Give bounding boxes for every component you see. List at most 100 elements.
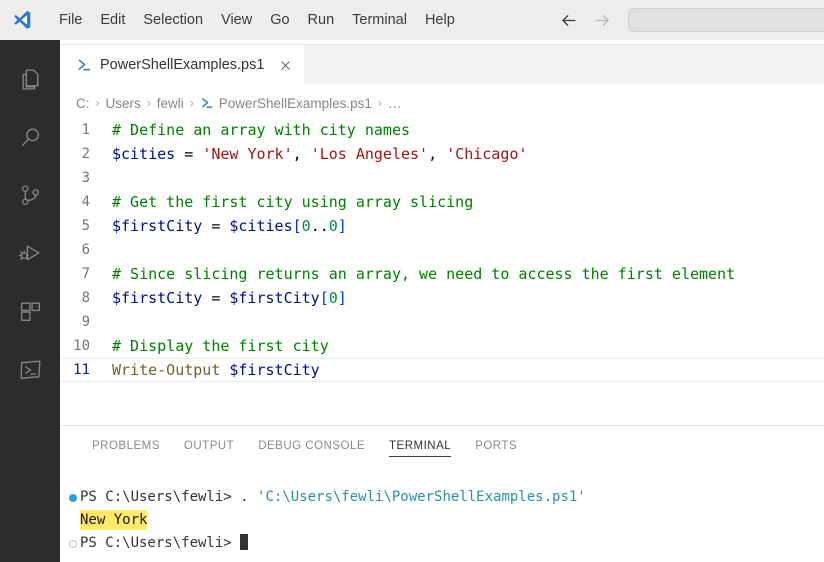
code-line[interactable]: 2 $cities = 'New York', 'Los Angeles', 'C…	[60, 142, 824, 166]
breadcrumb-separator-icon: ›	[189, 96, 194, 110]
files-icon	[18, 67, 43, 92]
code-line[interactable]: 9	[60, 310, 824, 334]
tab-problems[interactable]: PROBLEMS	[80, 436, 172, 460]
code-token: =	[202, 289, 230, 307]
line-number: 8	[81, 290, 90, 306]
code-token: $firstCity	[229, 361, 320, 379]
code-token: $cities	[229, 217, 293, 235]
vscode-window: File Edit Selection View Go Run Terminal…	[0, 0, 824, 562]
line-number: 7	[81, 266, 90, 282]
arrow-left-icon[interactable]	[557, 9, 579, 31]
terminal-segment: New York	[80, 510, 148, 530]
menu-run[interactable]: Run	[299, 7, 344, 33]
menu-edit[interactable]: Edit	[91, 7, 134, 33]
code-token: # Since slicing returns an array, we nee…	[112, 265, 736, 283]
code-token: 0	[301, 217, 311, 235]
code-token: 0	[328, 217, 338, 235]
code-line[interactable]: 4 # Get the first city using array slicin…	[60, 190, 824, 214]
code-editor[interactable]: 1 # Define an array with city names 2 $citi…	[60, 118, 824, 382]
code-line-text: # Display the first city	[112, 334, 329, 358]
command-success-dot-icon	[69, 493, 77, 502]
code-line[interactable]: 7 # Since slicing returns an array, we ne…	[60, 262, 824, 286]
editor-tab-powershellexamples[interactable]: PowerShellExamples.ps1	[60, 45, 305, 85]
sidebar-item-terminal[interactable]	[0, 340, 60, 398]
sidebar-item-source-control[interactable]	[0, 166, 60, 224]
source-control-icon	[18, 183, 43, 208]
menu-selection[interactable]: Selection	[134, 7, 212, 33]
sidebar-item-explorer[interactable]	[0, 50, 60, 108]
code-token: ]	[337, 217, 347, 235]
terminal-command-decoration-icon	[66, 493, 80, 502]
line-number: 4	[81, 194, 90, 210]
editor-tab-label: PowerShellExamples.ps1	[100, 57, 265, 73]
powershell-icon	[76, 57, 92, 73]
arrow-right-icon[interactable]	[591, 9, 613, 31]
terminal-output[interactable]: PS C:\Users\fewli> . 'C:\Users\fewli\Pow…	[64, 486, 820, 555]
terminal-line-text: PS C:\Users\fewli> . 'C:\Users\fewli\Pow…	[80, 486, 586, 509]
menu-help[interactable]: Help	[416, 7, 464, 33]
code-token: =	[202, 217, 230, 235]
run-debug-icon	[18, 241, 43, 266]
line-number: 11	[73, 362, 90, 378]
line-number: 10	[73, 338, 90, 354]
code-token: # Display the first city	[112, 337, 329, 355]
sidebar-item-extensions[interactable]	[0, 282, 60, 340]
panel-tab-bar: PROBLEMS OUTPUT DEBUG CONSOLE TERMINAL P…	[80, 436, 529, 460]
code-line-text: # Get the first city using array slicing	[112, 190, 473, 214]
tab-debug-console[interactable]: DEBUG CONSOLE	[246, 436, 377, 460]
terminal-command-decoration-icon	[66, 539, 80, 548]
code-line-text: $cities = 'New York', 'Los Angeles', 'Ch…	[112, 142, 527, 166]
code-token: 'Chicago'	[446, 145, 528, 163]
tab-output[interactable]: OUTPUT	[172, 436, 246, 460]
breadcrumb-item-drive[interactable]: C:	[76, 96, 90, 111]
code-token: ,	[292, 145, 311, 163]
code-token: ]	[337, 289, 347, 307]
line-number: 9	[81, 314, 90, 330]
breadcrumb: C: › Users › fewli › PowerShellExamples.…	[76, 90, 401, 116]
terminal-line-text: PS C:\Users\fewli>	[80, 532, 249, 555]
code-token: [	[292, 217, 302, 235]
menu-view[interactable]: View	[212, 7, 261, 33]
code-line[interactable]: 1 # Define an array with city names	[60, 118, 824, 142]
code-token: # Define an array with city names	[112, 121, 411, 139]
code-token: ,	[428, 145, 447, 163]
line-number: 2	[81, 146, 90, 162]
command-pending-dot-icon	[69, 539, 77, 548]
search-icon	[18, 125, 43, 150]
breadcrumb-item-fewli[interactable]: fewli	[157, 96, 184, 111]
menu-terminal[interactable]: Terminal	[343, 7, 416, 33]
code-line[interactable]: 10 # Display the first city	[60, 334, 824, 358]
terminal-cursor	[240, 534, 249, 550]
title-bar: File Edit Selection View Go Run Terminal…	[0, 0, 824, 40]
code-line[interactable]: 8 $firstCity = $firstCity[0]	[60, 286, 824, 310]
code-token: ..	[310, 217, 329, 235]
sidebar-item-search[interactable]	[0, 108, 60, 166]
code-line-text: Write-Output $firstCity	[112, 358, 320, 382]
terminal-line: New York	[64, 509, 820, 532]
sidebar-item-run-and-debug[interactable]	[0, 224, 60, 282]
code-token: 'New York'	[202, 145, 293, 163]
code-token: $firstCity	[112, 289, 203, 307]
line-number: 6	[81, 242, 90, 258]
breadcrumb-item-symbol[interactable]: …	[388, 96, 402, 111]
editor-tab-bar: PowerShellExamples.ps1	[60, 44, 824, 85]
code-line[interactable]: 3	[60, 166, 824, 190]
code-token: =	[175, 145, 203, 163]
extensions-icon	[18, 299, 43, 324]
code-line[interactable]: 6	[60, 238, 824, 262]
menu-file[interactable]: File	[50, 7, 91, 33]
command-center-search-input[interactable]	[628, 8, 824, 32]
code-line[interactable]: 5 $firstCity = $cities[0..0]	[60, 214, 824, 238]
tab-terminal[interactable]: TERMINAL	[377, 436, 463, 460]
breadcrumb-item-file[interactable]: PowerShellExamples.ps1	[219, 96, 372, 111]
code-token: [	[319, 289, 329, 307]
menu-go[interactable]: Go	[261, 7, 298, 33]
close-icon[interactable]	[276, 56, 294, 74]
tab-ports[interactable]: PORTS	[463, 436, 529, 460]
breadcrumb-item-users[interactable]: Users	[106, 96, 141, 111]
terminal-segment: PS C:\Users\fewli>	[80, 535, 241, 551]
code-line-text: # Define an array with city names	[112, 118, 410, 142]
terminal-line: PS C:\Users\fewli>	[64, 532, 820, 555]
bottom-panel: PROBLEMS OUTPUT DEBUG CONSOLE TERMINAL P…	[60, 425, 824, 562]
code-line[interactable]: 11 Write-Output $firstCity	[60, 358, 824, 382]
